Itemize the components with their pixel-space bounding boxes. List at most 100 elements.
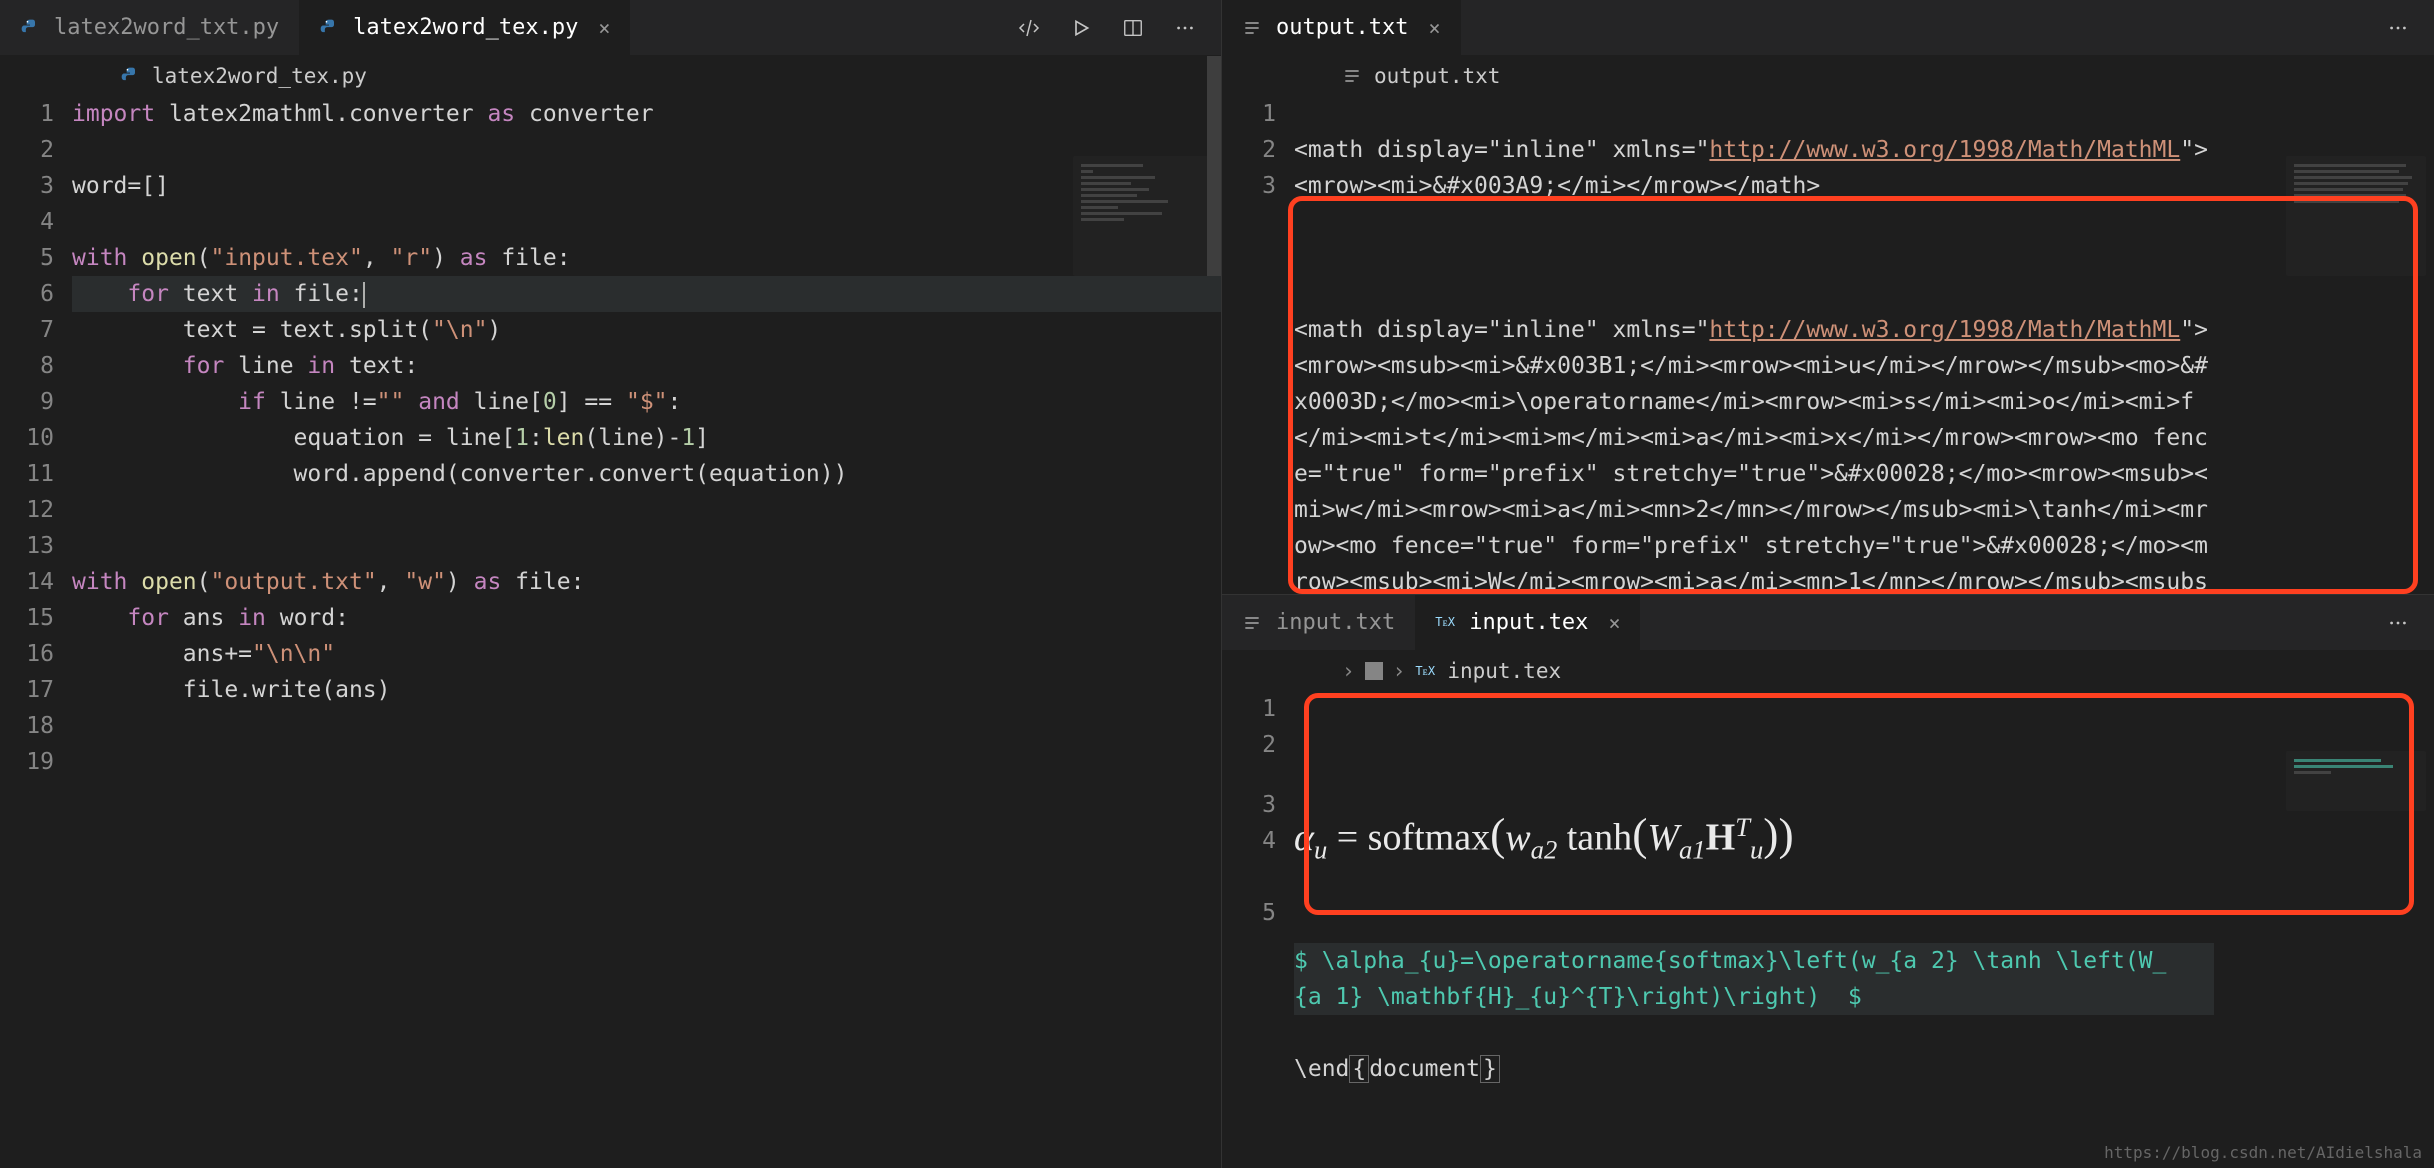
code-token: latex2mathml.converter bbox=[155, 101, 487, 127]
code-line[interactable]: with open("input.tex", "r") as file: bbox=[72, 240, 1221, 276]
code-line[interactable]: file.write(ans) bbox=[72, 672, 1221, 708]
tab-latex2word-txt[interactable]: latex2word_txt.py bbox=[0, 0, 299, 56]
code-token: "\n" bbox=[432, 317, 487, 343]
code-line[interactable] bbox=[72, 132, 1221, 168]
code-token: file: bbox=[280, 281, 363, 307]
minimap[interactable] bbox=[1073, 156, 1213, 276]
minimap[interactable] bbox=[2286, 751, 2426, 811]
code-token bbox=[404, 389, 418, 415]
code-line[interactable]: word=[] bbox=[72, 168, 1221, 204]
code-line[interactable]: word.append(converter.convert(equation)) bbox=[72, 456, 1221, 492]
tab-latex2word-tex[interactable]: latex2word_tex.py × bbox=[299, 0, 630, 56]
line-number: 12 bbox=[0, 492, 54, 528]
code-token: ans+= bbox=[72, 641, 252, 667]
code-line[interactable]: text = text.split("\n") bbox=[72, 312, 1221, 348]
code-editor-left[interactable]: 12345678910111213141516171819 import lat… bbox=[0, 96, 1221, 1168]
tab-input-tex[interactable]: TᴇX input.tex × bbox=[1415, 595, 1640, 651]
tab-label: latex2word_txt.py bbox=[54, 15, 279, 40]
editor-pane-top-right: output.txt × output.txt 1 2 3 <math disp… bbox=[1222, 0, 2434, 595]
tab-input-txt[interactable]: input.txt bbox=[1222, 595, 1415, 651]
code-token: in bbox=[252, 281, 280, 307]
code-token: equation = line[ bbox=[72, 425, 515, 451]
code-token: with bbox=[72, 245, 127, 271]
python-icon bbox=[120, 65, 142, 87]
code-token: in bbox=[238, 605, 266, 631]
code-line[interactable]: equation = line[1:len(line)-1] bbox=[72, 420, 1221, 456]
text: "><mrow><msub><mi>&#x003B1;</mi><mrow><m… bbox=[1294, 317, 2208, 594]
editor-toolbar bbox=[1017, 16, 1221, 40]
code-token: : bbox=[529, 425, 543, 451]
minimap[interactable] bbox=[2286, 156, 2426, 276]
more-icon[interactable] bbox=[2386, 16, 2410, 40]
code-token: ( bbox=[197, 245, 211, 271]
code-line[interactable]: import latex2mathml.converter as convert… bbox=[72, 96, 1221, 132]
close-icon[interactable]: × bbox=[598, 16, 610, 40]
line-gutter: 12345678910111213141516171819 bbox=[0, 96, 72, 1168]
code-token bbox=[72, 353, 183, 379]
code-line[interactable]: for ans in word: bbox=[72, 600, 1221, 636]
more-icon[interactable] bbox=[2386, 611, 2410, 635]
code-token bbox=[127, 569, 141, 595]
code-line[interactable]: for line in text: bbox=[72, 348, 1221, 384]
code-token: "w" bbox=[404, 569, 446, 595]
code-token: "input.tex" bbox=[211, 245, 363, 271]
python-icon bbox=[319, 17, 341, 39]
code-line[interactable]: ans+="\n\n" bbox=[72, 636, 1221, 672]
code-token bbox=[72, 605, 127, 631]
code-token: with bbox=[72, 569, 127, 595]
code-line[interactable]: with open("output.txt", "w") as file: bbox=[72, 564, 1221, 600]
code-line[interactable] bbox=[72, 492, 1221, 528]
expand-icon[interactable] bbox=[1365, 662, 1383, 680]
tex-icon: TᴇX bbox=[1415, 660, 1437, 682]
editor-pane-left: latex2word_txt.py latex2word_tex.py × bbox=[0, 0, 1222, 1168]
code-line[interactable] bbox=[72, 528, 1221, 564]
code-content[interactable]: import latex2mathml.converter as convert… bbox=[72, 96, 1221, 1168]
code-content[interactable]: αu = softmax(wa2 tanh(Wa1HTu)) $ \alpha_… bbox=[1294, 691, 2214, 1168]
right-column: output.txt × output.txt 1 2 3 <math disp… bbox=[1222, 0, 2434, 1168]
code-token: : bbox=[668, 389, 682, 415]
more-icon[interactable] bbox=[1173, 16, 1197, 40]
tab-label: input.tex bbox=[1469, 610, 1588, 635]
code-token: for bbox=[183, 353, 225, 379]
compare-icon[interactable] bbox=[1017, 16, 1041, 40]
code-line[interactable] bbox=[72, 204, 1221, 240]
editor-toolbar bbox=[2386, 611, 2434, 635]
breadcrumb-file: output.txt bbox=[1374, 64, 1500, 88]
breadcrumb-left[interactable]: latex2word_tex.py bbox=[0, 56, 1221, 96]
line-number: 2 bbox=[1222, 727, 1276, 787]
line-number: 15 bbox=[0, 600, 54, 636]
code-token: for bbox=[127, 281, 169, 307]
breadcrumb-top-right[interactable]: output.txt bbox=[1222, 56, 2434, 96]
code-line[interactable] bbox=[72, 708, 1221, 744]
code-token: open bbox=[141, 245, 196, 271]
split-icon[interactable] bbox=[1121, 16, 1145, 40]
code-token: ) bbox=[432, 245, 460, 271]
play-icon[interactable] bbox=[1069, 16, 1093, 40]
tab-output-txt[interactable]: output.txt × bbox=[1222, 0, 1461, 56]
scrollbar[interactable] bbox=[1207, 56, 1221, 276]
code-editor-top-right[interactable]: 1 2 3 <math display="inline" xmlns="http… bbox=[1222, 96, 2434, 594]
python-icon bbox=[20, 17, 42, 39]
code-token: , bbox=[377, 569, 405, 595]
code-line[interactable] bbox=[72, 744, 1221, 780]
code-content[interactable]: <math display="inline" xmlns="http://www… bbox=[1294, 96, 2214, 594]
close-icon[interactable]: × bbox=[1428, 16, 1440, 40]
code-token: text: bbox=[335, 353, 418, 379]
close-icon[interactable]: × bbox=[1608, 611, 1620, 635]
code-line[interactable]: if line !="" and line[0] == "$": bbox=[72, 384, 1221, 420]
code-line[interactable]: for text in file: bbox=[72, 276, 1221, 312]
code-token: ] bbox=[695, 425, 709, 451]
code-token: as bbox=[460, 245, 488, 271]
code-token: line[ bbox=[460, 389, 543, 415]
watermark: https://blog.csdn.net/AIdielshala bbox=[2104, 1143, 2422, 1162]
code-token: len bbox=[543, 425, 585, 451]
breadcrumb-bottom-right[interactable]: › › TᴇX input.tex bbox=[1222, 651, 2434, 691]
code-editor-bottom-right[interactable]: 12345 αu = softmax(wa2 tanh(Wa1HTu)) $ \… bbox=[1222, 691, 2434, 1168]
tab-label: output.txt bbox=[1276, 15, 1408, 40]
code-token: file.write(ans) bbox=[72, 677, 391, 703]
code-token: , bbox=[363, 245, 391, 271]
code-token: ] == bbox=[557, 389, 626, 415]
line-number: 4 bbox=[0, 204, 54, 240]
line-number: 10 bbox=[0, 420, 54, 456]
line-number: 1 bbox=[1222, 691, 1276, 727]
